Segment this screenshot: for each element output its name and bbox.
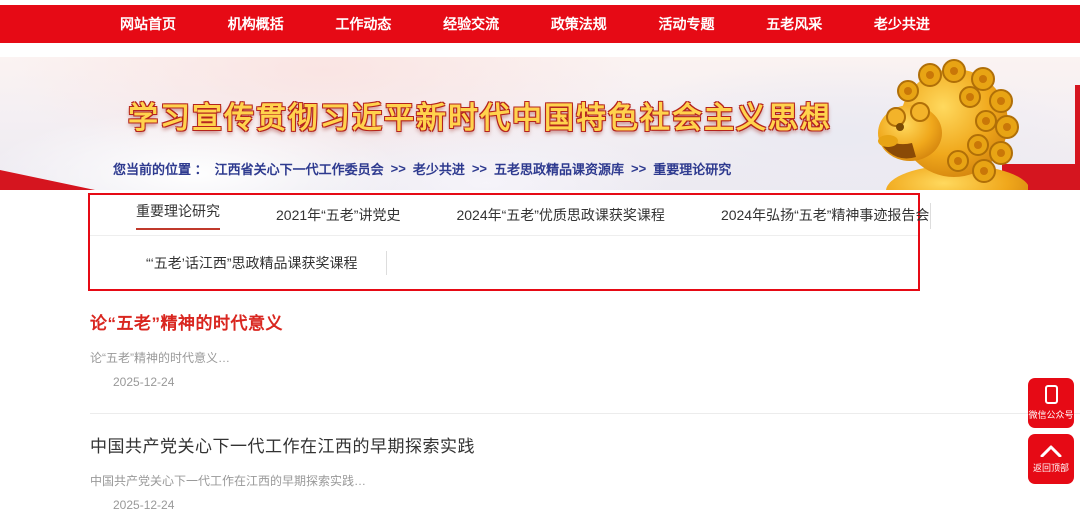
breadcrumb: 您当前的位置 ： 江西省关心下一代工作委员会 >> 老少共进 >> 五老思政精品… xyxy=(113,159,731,178)
article-date: 2025-12-24 xyxy=(113,498,1080,512)
back-to-top-button[interactable]: 返回顶部 xyxy=(1028,434,1074,484)
breadcrumb-separator: >> xyxy=(472,161,487,176)
banner-slogan: 学习宣传贯彻习近平新时代中国特色社会主义思想 xyxy=(0,93,960,137)
tab-2021-party-history[interactable]: 2021年“五老”讲党史 xyxy=(248,205,428,225)
wechat-official-account-button[interactable]: 微信公众号 xyxy=(1028,378,1074,428)
article-date: 2025-12-24 xyxy=(113,375,1080,389)
banner-red-triangle-decor xyxy=(0,170,95,190)
phone-icon xyxy=(1045,385,1058,404)
tab-theory-research-label: 重要理论研究 xyxy=(136,201,220,230)
tab-2024-award-courses[interactable]: 2024年“五老”优质思政课获奖课程 xyxy=(428,205,692,225)
breadcrumb-separator: >> xyxy=(391,161,406,176)
tab-divider xyxy=(386,251,387,275)
back-to-top-label: 返回顶部 xyxy=(1033,461,1069,474)
tab-outer-divider xyxy=(930,203,931,229)
nav-item-policy[interactable]: 政策法规 xyxy=(551,14,607,34)
tab-theory-research[interactable]: 重要理论研究 xyxy=(108,201,248,230)
hero-banner: 学习宣传贯彻习近平新时代中国特色社会主义思想 您当前的位置 ： 江西省关心下一代… xyxy=(0,57,1080,190)
nav-item-work[interactable]: 工作动态 xyxy=(335,14,391,34)
breadcrumb-item-committee[interactable]: 江西省关心下一代工作委员会 xyxy=(215,159,384,178)
tab-wulao-jiangxi-courses[interactable]: “‘五老’话江西”思政精品课获奖课程 xyxy=(118,253,386,273)
nav-item-special[interactable]: 活动专题 xyxy=(659,14,715,34)
article-summary: 中国共产党关心下一代工作在江西的早期探索实践… xyxy=(90,472,1080,489)
breadcrumb-item-resource-lib[interactable]: 五老思政精品课资源库 xyxy=(494,159,624,178)
nav-item-wulao[interactable]: 五老风采 xyxy=(766,14,822,34)
nav-item-laoshao[interactable]: 老少共进 xyxy=(874,14,930,34)
tabs-row-1: 重要理论研究 2021年“五老”讲党史 2024年“五老”优质思政课获奖课程 2… xyxy=(90,195,918,235)
article-title-link[interactable]: 论“五老”精神的时代意义 xyxy=(90,309,1080,334)
article-summary: 论“五老”精神的时代意义… xyxy=(90,349,1080,366)
chevron-up-icon xyxy=(1040,445,1062,457)
breadcrumb-separator: >> xyxy=(631,161,646,176)
breadcrumb-item-laoshao[interactable]: 老少共进 xyxy=(413,159,465,178)
nav-item-exchange[interactable]: 经验交流 xyxy=(443,14,499,34)
floating-button-column: 微信公众号 返回顶部 xyxy=(1028,378,1074,484)
category-tabs-box: 重要理论研究 2021年“五老”讲党史 2024年“五老”优质思政课获奖课程 2… xyxy=(88,193,920,291)
nav-item-home[interactable]: 网站首页 xyxy=(120,14,176,34)
breadcrumb-label: 您当前的位置 ： xyxy=(113,159,208,178)
article-title-link[interactable]: 中国共产党关心下一代工作在江西的早期探索实践 xyxy=(90,432,1080,457)
nav-item-about[interactable]: 机构概括 xyxy=(228,14,284,34)
article-item: 论“五老”精神的时代意义 论“五老”精神的时代意义… 2025-12-24 xyxy=(90,291,1080,414)
breadcrumb-item-current: 重要理论研究 xyxy=(653,159,731,178)
article-item: 中国共产党关心下一代工作在江西的早期探索实践 中国共产党关心下一代工作在江西的早… xyxy=(90,414,1080,515)
top-navigation-bar: 网站首页 机构概括 工作动态 经验交流 政策法规 活动专题 五老风采 老少共进 xyxy=(0,5,1080,43)
tabs-row-2: “‘五老’话江西”思政精品课获奖课程 xyxy=(90,236,918,289)
article-list: 论“五老”精神的时代意义 论“五老”精神的时代意义… 2025-12-24 中国… xyxy=(90,291,1080,515)
wechat-button-label: 微信公众号 xyxy=(1028,408,1073,421)
tab-2024-spirit-report[interactable]: 2024年弘扬“五老”精神事迹报告会 xyxy=(693,205,957,225)
